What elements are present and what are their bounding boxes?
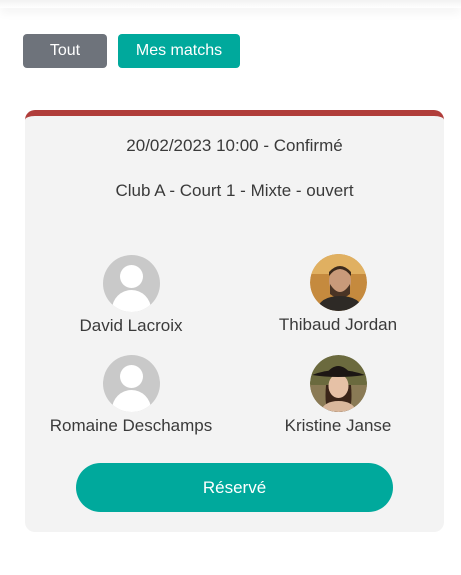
match-details: Club A - Court 1 - Mixte - ouvert bbox=[115, 181, 354, 200]
filter-my-matches-button[interactable]: Mes matchs bbox=[118, 34, 240, 68]
player-slot-3[interactable]: Romaine Deschamps bbox=[31, 355, 231, 436]
header-shadow bbox=[0, 0, 461, 8]
player-name: Romaine Deschamps bbox=[49, 416, 213, 435]
default-avatar-icon bbox=[102, 355, 160, 412]
filter-bar: Tout Mes matchs bbox=[23, 34, 240, 68]
player-name: Thibaud Jordan bbox=[278, 315, 398, 334]
reserved-button[interactable]: Réservé bbox=[76, 463, 393, 512]
filter-all-button[interactable]: Tout bbox=[23, 34, 107, 68]
player-name: David Lacroix bbox=[79, 316, 183, 335]
player-slot-1[interactable]: David Lacroix bbox=[31, 255, 231, 336]
player-slot-4[interactable]: Kristine Janse bbox=[238, 355, 438, 436]
player-photo-avatar bbox=[309, 355, 367, 412]
player-slot-2[interactable]: Thibaud Jordan bbox=[238, 254, 438, 335]
match-datetime-status: 20/02/2023 10:00 - Confirmé bbox=[126, 136, 343, 155]
player-name: Kristine Janse bbox=[284, 416, 392, 435]
player-photo-avatar bbox=[309, 254, 367, 311]
match-card: 20/02/2023 10:00 - Confirmé Club A - Cou… bbox=[25, 110, 444, 532]
default-avatar-icon bbox=[102, 255, 160, 312]
